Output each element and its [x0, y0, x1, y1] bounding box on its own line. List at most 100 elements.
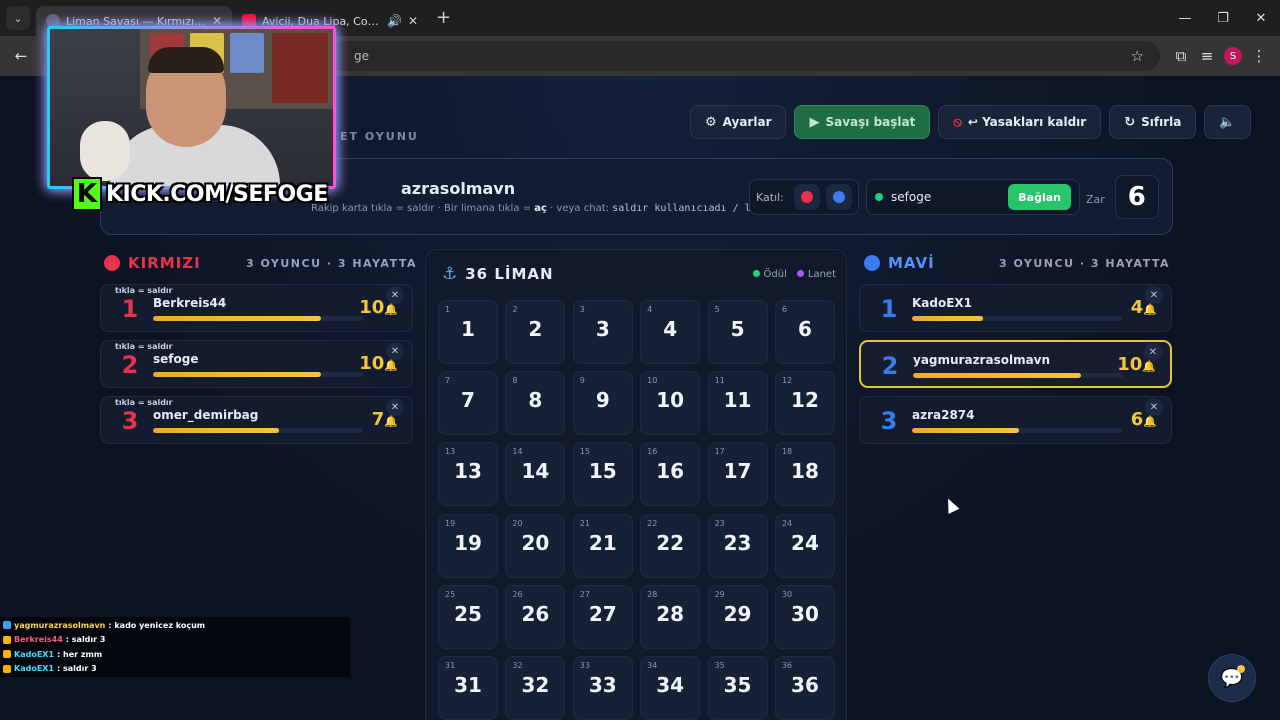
- port-cell[interactable]: 33: [572, 300, 633, 364]
- remove-player-icon[interactable]: ✕: [386, 398, 404, 416]
- channel-input[interactable]: sefoge: [891, 190, 1000, 204]
- minimize-icon[interactable]: —: [1166, 11, 1204, 26]
- start-battle-button[interactable]: ▶ Savaşı başlat: [794, 105, 931, 139]
- webcam-overlay: [47, 26, 336, 189]
- port-cell[interactable]: 77: [438, 371, 498, 436]
- player-health-bar: [913, 373, 1123, 378]
- port-number: 22: [656, 530, 685, 555]
- port-cell[interactable]: 55: [707, 300, 768, 364]
- port-cell[interactable]: 16 16: [640, 442, 701, 507]
- port-number: 16: [656, 459, 685, 484]
- chat-message: yagmurazrasolmavn: kado yenicez koçum: [3, 618, 347, 633]
- port-cell[interactable]: 29 29: [707, 584, 768, 649]
- port-cell[interactable]: 99: [572, 371, 633, 436]
- player-card[interactable]: 1 KadoEX1 4🔔 ✕: [859, 284, 1172, 332]
- join-team-group: Katıl:: [749, 179, 859, 215]
- player-number: 2: [881, 352, 899, 380]
- remove-player-icon[interactable]: ✕: [1144, 343, 1162, 361]
- chat-bubble-button[interactable]: 💬: [1208, 654, 1256, 702]
- port-number: 5: [730, 317, 745, 341]
- player-card[interactable]: 2 yagmurazrasolmavn 10🔔 ✕: [859, 340, 1172, 388]
- port-cell[interactable]: 27 27: [572, 584, 633, 649]
- media-queue-icon[interactable]: ≡: [1194, 43, 1220, 69]
- port-cell[interactable]: 21 21: [572, 513, 633, 578]
- port-cell[interactable]: 88: [505, 371, 566, 436]
- port-cell[interactable]: 12 12: [774, 371, 835, 436]
- port-cell[interactable]: 23 23: [707, 513, 768, 578]
- port-cell[interactable]: 15 15: [572, 442, 633, 507]
- notification-dot: [1237, 665, 1245, 673]
- port-cell[interactable]: 25 25: [438, 584, 498, 649]
- port-cell[interactable]: 31 31: [438, 655, 498, 720]
- port-cell[interactable]: 33 33: [572, 655, 633, 720]
- remove-player-icon[interactable]: ✕: [386, 286, 404, 304]
- port-cell[interactable]: 28 28: [640, 584, 701, 649]
- player-card[interactable]: 3 azra2874 6🔔 ✕: [859, 396, 1172, 444]
- player-health-bar: [153, 316, 363, 321]
- close-tab-icon[interactable]: ✕: [408, 14, 418, 28]
- port-index: 17: [714, 447, 725, 457]
- back-arrow-icon[interactable]: ←: [8, 43, 34, 69]
- port-cell[interactable]: 34 34: [640, 655, 701, 720]
- port-cell[interactable]: 17 17: [707, 442, 768, 507]
- remove-bans-button[interactable]: ⦸ ↩ Yasakları kaldır: [938, 105, 1102, 139]
- remove-player-icon[interactable]: ✕: [386, 342, 404, 360]
- port-cell[interactable]: 24 24: [774, 513, 835, 578]
- bell-icon: 🔔: [384, 303, 398, 316]
- new-tab-button[interactable]: +: [436, 7, 451, 28]
- port-cell[interactable]: 11: [438, 300, 498, 364]
- port-cell[interactable]: 22 22: [640, 513, 701, 578]
- channel-connect-group: sefoge Bağlan: [866, 179, 1080, 215]
- port-cell[interactable]: 30 30: [774, 584, 835, 649]
- reset-button[interactable]: ↻ Sıfırla: [1109, 105, 1197, 139]
- port-cell[interactable]: 66: [774, 300, 835, 364]
- bookmark-star-icon[interactable]: ☆: [1131, 47, 1144, 65]
- port-index: 6: [781, 305, 788, 314]
- settings-button[interactable]: ⚙ Ayarlar: [690, 105, 787, 139]
- port-cell[interactable]: 44: [640, 300, 701, 364]
- profile-button[interactable]: S: [1220, 43, 1246, 69]
- port-cell[interactable]: 18 18: [774, 442, 835, 507]
- port-index: 26: [512, 589, 523, 599]
- refresh-icon: ↻: [1124, 114, 1136, 130]
- more-menu-icon[interactable]: ⋮: [1246, 43, 1272, 69]
- port-index: 29: [714, 589, 725, 599]
- player-card[interactable]: tıkla = saldır 2 sefoge 10🔔 ✕: [100, 340, 413, 388]
- port-cell[interactable]: 22: [505, 300, 566, 364]
- port-cell[interactable]: 11 11: [707, 371, 768, 436]
- port-cell[interactable]: 26 26: [505, 584, 566, 649]
- port-number: 28: [656, 601, 685, 626]
- tab-search-button[interactable]: ⌄: [6, 6, 30, 30]
- player-card[interactable]: tıkla = saldır 1 Berkreis44 10🔔 ✕: [100, 284, 413, 332]
- speaker-icon[interactable]: 🔊: [387, 14, 402, 28]
- player-card[interactable]: tıkla = saldır 3 omer_demirbag 7🔔 ✕: [100, 396, 413, 444]
- player-number: 2: [121, 351, 139, 379]
- chat-badge-icon: [3, 621, 11, 630]
- port-cell[interactable]: 10 10: [640, 371, 701, 436]
- remove-player-icon[interactable]: ✕: [1145, 398, 1163, 416]
- port-cell[interactable]: 14 14: [505, 442, 566, 507]
- port-cell[interactable]: 13 13: [438, 442, 498, 507]
- player-health-bar: [153, 428, 363, 433]
- close-window-icon[interactable]: ✕: [1242, 11, 1280, 26]
- port-index: 11: [714, 376, 725, 386]
- port-index: 15: [579, 447, 590, 457]
- attack-hint: tıkla = saldır: [115, 342, 173, 351]
- remove-player-icon[interactable]: ✕: [1145, 286, 1163, 304]
- join-red-button[interactable]: [793, 184, 820, 210]
- extensions-icon[interactable]: ⧉: [1168, 43, 1194, 69]
- chat-message: KadoEX1: her zmm: [3, 647, 347, 662]
- sound-button[interactable]: 🔈: [1204, 105, 1251, 139]
- restore-icon[interactable]: ❐: [1204, 11, 1242, 26]
- port-cell[interactable]: 32 32: [505, 655, 566, 720]
- port-cell[interactable]: 36 36: [774, 655, 835, 720]
- connect-button[interactable]: Bağlan: [1008, 184, 1071, 210]
- port-cell[interactable]: 35 35: [707, 655, 768, 720]
- join-blue-button[interactable]: [825, 184, 852, 210]
- port-number: 33: [588, 672, 617, 697]
- port-index: 25: [445, 589, 456, 599]
- player-number: 3: [121, 407, 139, 435]
- port-cell[interactable]: 19 19: [438, 513, 498, 578]
- port-cell[interactable]: 20 20: [505, 513, 566, 578]
- port-number: 27: [588, 601, 617, 626]
